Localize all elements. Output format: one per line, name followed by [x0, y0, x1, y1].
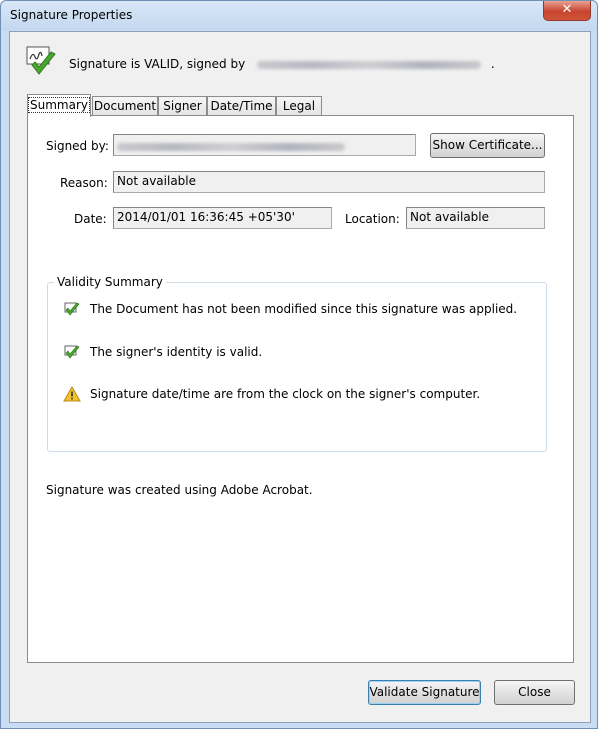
validity-summary-group: Validity Summary The Document has not be…	[47, 275, 547, 452]
redacted-signer-name	[257, 60, 482, 69]
date-field: 2014/01/01 16:36:45 +05'30'	[113, 207, 332, 229]
validity-item-unmodified: The Document has not been modified since…	[90, 302, 518, 316]
validity-summary-title: Validity Summary	[54, 275, 166, 289]
redacted-signed-by	[117, 143, 345, 151]
signature-valid-icon	[26, 46, 56, 75]
signature-properties-window: Signature Properties ✕ Signature is VALI…	[0, 0, 598, 729]
created-note: Signature was created using Adobe Acroba…	[46, 483, 313, 497]
tab-date-time[interactable]: Date/Time	[207, 96, 276, 115]
tab-summary[interactable]: Summary	[27, 94, 91, 117]
reason-field: Not available	[113, 171, 545, 193]
valid-check-icon	[64, 302, 80, 316]
reason-label: Reason:	[60, 176, 108, 190]
tab-legal[interactable]: Legal	[276, 96, 322, 115]
window-title: Signature Properties	[10, 8, 133, 22]
signature-status: Signature is VALID, signed by .	[69, 57, 495, 71]
title-bar[interactable]: Signature Properties ✕	[1, 1, 597, 30]
tab-document[interactable]: Document	[92, 96, 158, 115]
tab-signer[interactable]: Signer	[158, 96, 207, 115]
dialog-body: Signature is VALID, signed by . Summary …	[9, 31, 591, 723]
valid-check-icon	[64, 345, 80, 359]
status-prefix: Signature is VALID, signed by	[69, 57, 246, 71]
location-field: Not available	[406, 207, 545, 229]
validate-signature-button[interactable]: Validate Signature	[368, 680, 481, 705]
location-label: Location:	[345, 212, 400, 226]
tab-summary-label: Summary	[28, 97, 90, 113]
signed-by-field	[113, 134, 416, 156]
close-button[interactable]: Close	[494, 680, 575, 705]
signed-by-label: Signed by:	[46, 139, 109, 153]
show-certificate-button[interactable]: Show Certificate...	[430, 133, 545, 158]
validity-item-clock-warning: Signature date/time are from the clock o…	[90, 387, 481, 401]
date-label: Date:	[74, 212, 107, 226]
status-suffix: .	[490, 57, 495, 71]
summary-panel: Signed by: Show Certificate... Reason: N…	[27, 115, 574, 663]
window-close-button[interactable]: ✕	[543, 1, 591, 21]
warning-icon	[63, 385, 81, 402]
validity-item-identity: The signer's identity is valid.	[90, 345, 263, 359]
